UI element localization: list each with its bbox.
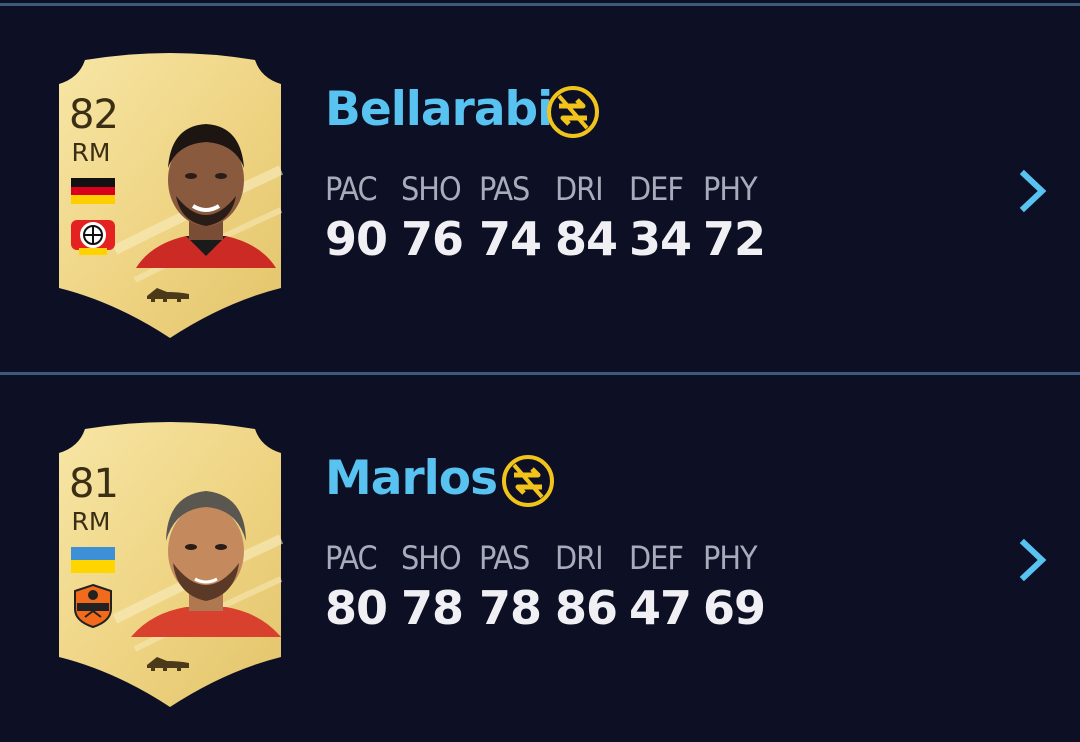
player-photo <box>136 124 276 268</box>
boot-icon <box>147 657 189 671</box>
player-position: RM <box>71 507 111 536</box>
stat-value: 76 <box>401 212 464 266</box>
player-position: RM <box>71 138 111 167</box>
player-name: Marlos <box>325 451 498 506</box>
player-list-screen: 82 RM Bellarabi PAC 90 SHO 76 PAS 74 DRI… <box>0 0 1080 742</box>
stat-pas: PAS 78 <box>479 539 551 635</box>
player-row-bellarabi[interactable]: 82 RM Bellarabi PAC 90 SHO 76 PAS 74 DRI… <box>0 6 1080 372</box>
stat-def: DEF 47 <box>629 539 701 635</box>
stat-label: DEF <box>629 539 684 577</box>
stat-value: 72 <box>703 212 766 266</box>
stat-label: DRI <box>555 170 604 208</box>
stat-sho: SHO 78 <box>401 539 473 635</box>
player-row-marlos[interactable]: 81 RM Marlos PAC 80 SHO 78 PAS 78 DRI 86… <box>0 375 1080 741</box>
stat-label: DRI <box>555 539 604 577</box>
stat-pac: PAC 80 <box>325 539 397 635</box>
chevron-right-icon[interactable] <box>1012 535 1052 585</box>
stat-value: 78 <box>479 581 542 635</box>
untradeable-icon <box>547 86 599 138</box>
player-rating: 81 <box>69 461 119 507</box>
shakhtar-badge-icon <box>74 583 112 629</box>
player-card: 82 RM <box>55 50 285 340</box>
leverkusen-badge-icon <box>71 220 115 255</box>
stat-phy: PHY 72 <box>703 170 775 266</box>
stat-label: PHY <box>703 170 758 208</box>
untradeable-icon <box>502 455 554 507</box>
stat-label: PAC <box>325 539 378 577</box>
stat-label: DEF <box>629 170 684 208</box>
stat-label: SHO <box>401 170 462 208</box>
stat-value: 90 <box>325 212 388 266</box>
stat-pac: PAC 90 <box>325 170 397 266</box>
player-rating: 82 <box>69 92 119 138</box>
stat-label: PAS <box>479 539 530 577</box>
player-card: 81 RM <box>55 419 285 709</box>
stat-sho: SHO 76 <box>401 170 473 266</box>
stat-phy: PHY 69 <box>703 539 775 635</box>
stat-value: 78 <box>401 581 464 635</box>
stat-value: 80 <box>325 581 388 635</box>
stat-dri: DRI 86 <box>555 539 627 635</box>
stat-pas: PAS 74 <box>479 170 551 266</box>
stat-label: SHO <box>401 539 462 577</box>
player-photo <box>131 491 281 637</box>
player-stats: PAC 80 SHO 78 PAS 78 DRI 86 DEF 47 PHY 69 <box>325 539 766 649</box>
stat-value: 47 <box>629 581 692 635</box>
stat-label: PAS <box>479 170 530 208</box>
boot-icon <box>147 288 189 302</box>
stat-def: DEF 34 <box>629 170 701 266</box>
stat-value: 84 <box>555 212 618 266</box>
stat-dri: DRI 84 <box>555 170 627 266</box>
ukraine-flag-icon <box>71 547 115 573</box>
player-name: Bellarabi <box>325 82 553 137</box>
stat-value: 74 <box>479 212 542 266</box>
stat-label: PHY <box>703 539 758 577</box>
germany-flag-icon <box>71 178 115 204</box>
chevron-right-icon[interactable] <box>1012 166 1052 216</box>
stat-value: 34 <box>629 212 692 266</box>
player-stats: PAC 90 SHO 76 PAS 74 DRI 84 DEF 34 PHY 72 <box>325 170 766 280</box>
stat-value: 69 <box>703 581 766 635</box>
stat-value: 86 <box>555 581 618 635</box>
stat-label: PAC <box>325 170 378 208</box>
